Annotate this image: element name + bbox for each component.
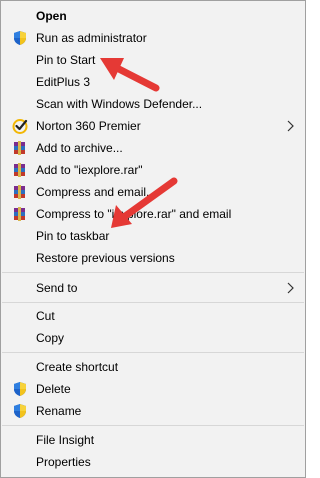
menu-item-label: Compress and email... [36, 185, 157, 199]
menu-item-label: Run as administrator [36, 31, 147, 45]
shield-icon [14, 404, 26, 418]
menu-item-norton-360[interactable]: Norton 360 Premier [1, 115, 305, 137]
menu-item-label: Open [36, 9, 67, 23]
menu-separator [2, 352, 304, 353]
menu-item-pin-to-taskbar[interactable]: Pin to taskbar [1, 225, 305, 247]
menu-item-label: Send to [36, 281, 78, 295]
menu-item-properties[interactable]: Properties [1, 451, 305, 473]
menu-item-label: Add to "iexplore.rar" [36, 163, 143, 177]
menu-item-label: Compress to "iexplore.rar" and email [36, 207, 232, 221]
menu-item-copy[interactable]: Copy [1, 327, 305, 349]
menu-separator [2, 272, 304, 273]
menu-item-file-insight[interactable]: File Insight [1, 429, 305, 451]
menu-item-rename[interactable]: Rename [1, 400, 305, 422]
menu-item-run-as-administrator[interactable]: Run as administrator [1, 27, 305, 49]
menu-item-compress-and-email[interactable]: Compress and email... [1, 181, 305, 203]
menu-item-label: File Insight [36, 433, 95, 447]
menu-item-label: Delete [36, 382, 71, 396]
menu-item-cut[interactable]: Cut [1, 305, 305, 327]
chevron-right-icon [287, 120, 294, 132]
menu-item-send-to[interactable]: Send to [1, 277, 305, 299]
menu-item-scan-windows-defender[interactable]: Scan with Windows Defender... [1, 93, 305, 115]
menu-item-create-shortcut[interactable]: Create shortcut [1, 356, 305, 378]
norton-checkmark-icon [12, 119, 28, 134]
menu-item-label: Norton 360 Premier [36, 119, 141, 133]
chevron-right-icon [287, 282, 294, 294]
menu-item-label: Pin to Start [36, 53, 96, 67]
menu-item-label: Scan with Windows Defender... [36, 97, 203, 111]
menu-separator [2, 302, 304, 303]
shield-icon [14, 31, 26, 45]
menu-item-label: Cut [36, 309, 55, 323]
menu-item-add-to-archive[interactable]: Add to archive... [1, 137, 305, 159]
menu-item-label: Rename [36, 404, 82, 418]
menu-item-add-to-iexplore-rar[interactable]: Add to "iexplore.rar" [1, 159, 305, 181]
menu-item-editplus[interactable]: EditPlus 3 [1, 71, 305, 93]
winrar-books-icon [14, 163, 25, 177]
menu-item-restore-previous-versions[interactable]: Restore previous versions [1, 247, 305, 269]
menu-item-label: Add to archive... [36, 141, 123, 155]
menu-item-label: EditPlus 3 [36, 75, 91, 89]
menu-item-delete[interactable]: Delete [1, 378, 305, 400]
menu-item-label: Create shortcut [36, 360, 119, 374]
shield-icon [14, 382, 26, 396]
menu-item-pin-to-start[interactable]: Pin to Start [1, 49, 305, 71]
menu-item-label: Restore previous versions [36, 251, 175, 265]
menu-item-open[interactable]: Open [1, 5, 305, 27]
menu-item-compress-to-iexplore-rar-and-email[interactable]: Compress to "iexplore.rar" and email [1, 203, 305, 225]
menu-separator [2, 425, 304, 426]
context-menu: Open Run as administrator Pin to Start E… [0, 0, 306, 478]
winrar-books-icon [14, 185, 25, 199]
menu-item-label: Copy [36, 331, 65, 345]
menu-item-label: Pin to taskbar [36, 229, 110, 243]
winrar-books-icon [14, 141, 25, 155]
menu-item-label: Properties [36, 455, 91, 469]
winrar-books-icon [14, 207, 25, 221]
